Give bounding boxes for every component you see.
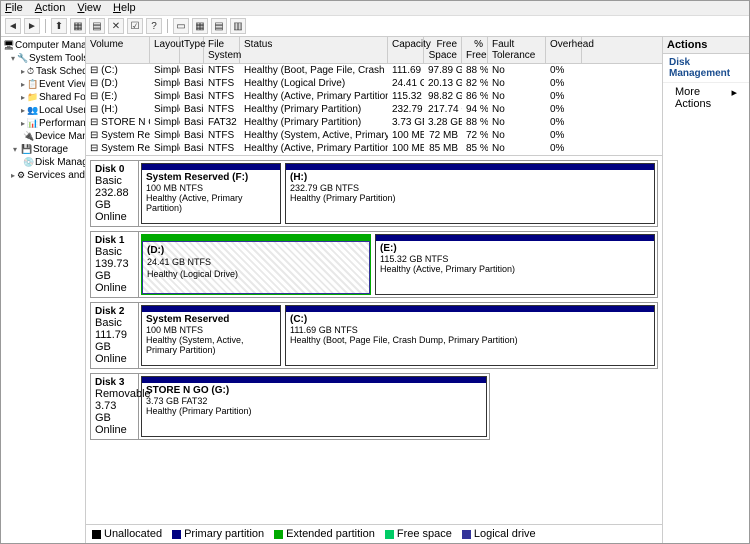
view1-icon[interactable]: ▭ xyxy=(173,18,189,34)
col-volume: Volume xyxy=(86,37,150,63)
more-actions[interactable]: More Actions▸ xyxy=(663,83,749,113)
settings-icon[interactable]: ☑ xyxy=(127,18,143,34)
table-row[interactable]: ⊟ (C:)SimpleBasicNTFSHealthy (Boot, Page… xyxy=(86,64,662,77)
tree-services[interactable]: ▸⚙Services and Applications xyxy=(3,169,83,182)
tree-systools[interactable]: ▾🔧System Tools xyxy=(3,52,83,65)
menu-view[interactable]: View xyxy=(77,2,101,14)
toolbar: ◄ ► ⬆ ▦ ▤ ✕ ☑ ? ▭ ▦ ▤ ▥ xyxy=(1,16,749,37)
forward-icon[interactable]: ► xyxy=(24,18,40,34)
chevron-right-icon: ▸ xyxy=(731,86,737,110)
view4-icon[interactable]: ▥ xyxy=(230,18,246,34)
up-icon[interactable]: ⬆ xyxy=(51,18,67,34)
disk0-part1[interactable]: System Reserved (F:)100 MB NTFSHealthy (… xyxy=(141,163,281,224)
table-row[interactable]: ⊟ (D:)SimpleBasicNTFSHealthy (Logical Dr… xyxy=(86,77,662,90)
disk1-part2[interactable]: (E:)115.32 GB NTFSHealthy (Active, Prima… xyxy=(375,234,655,295)
actions-pane: Actions Disk Management More Actions▸ xyxy=(663,37,749,543)
table-row[interactable]: ⊟ System Reserved (F:)SimpleBasicNTFSHea… xyxy=(86,142,662,155)
tree-users[interactable]: ▸👥Local Users and Groups xyxy=(3,104,83,117)
grid-header[interactable]: Volume Layout Type File System Status Ca… xyxy=(86,37,662,64)
disk-3[interactable]: Disk 3Removable3.73 GBOnline STORE N GO … xyxy=(90,373,490,440)
col-ov: Overhead xyxy=(546,37,582,63)
tree-storage[interactable]: ▾💾Storage xyxy=(3,143,83,156)
col-ft: Fault Tolerance xyxy=(488,37,546,63)
col-layout: Layout xyxy=(150,37,180,63)
actions-header: Actions xyxy=(663,37,749,54)
col-free: Free Space xyxy=(424,37,462,63)
disk1-part1[interactable]: (D:)24.41 GB NTFSHealthy (Logical Drive) xyxy=(141,234,371,295)
disk0-part2[interactable]: (H:)232.79 GB NTFSHealthy (Primary Parti… xyxy=(285,163,655,224)
disk-layout: Disk 0Basic232.88 GBOnline System Reserv… xyxy=(86,156,662,524)
nav-tree: 🖥Computer Management (Local ▾🔧System Too… xyxy=(1,37,86,543)
tree-devmgr[interactable]: 🔌Device Manager xyxy=(3,130,83,143)
disk3-part1[interactable]: STORE N GO (G:)3.73 GB FAT32Healthy (Pri… xyxy=(141,376,487,437)
disk-1[interactable]: Disk 1Basic139.73 GBOnline (D:)24.41 GB … xyxy=(90,231,658,298)
tree-task[interactable]: ▸⏱Task Scheduler xyxy=(3,65,83,78)
disk-2[interactable]: Disk 2Basic111.79 GBOnline System Reserv… xyxy=(90,302,658,369)
col-pct: % Free xyxy=(462,37,488,63)
table-row[interactable]: ⊟ System ReservedSimpleBasicNTFSHealthy … xyxy=(86,129,662,142)
disk-0[interactable]: Disk 0Basic232.88 GBOnline System Reserv… xyxy=(90,160,658,227)
properties-icon[interactable]: ▤ xyxy=(89,18,105,34)
help-icon[interactable]: ? xyxy=(146,18,162,34)
col-status: Status xyxy=(240,37,388,63)
col-fs: File System xyxy=(204,37,240,63)
tree-shared[interactable]: ▸📁Shared Folders xyxy=(3,91,83,104)
tree-perf[interactable]: ▸📊Performance xyxy=(3,117,83,130)
view2-icon[interactable]: ▦ xyxy=(192,18,208,34)
table-row[interactable]: ⊟ STORE N GO (G:)SimpleBasicFAT32Healthy… xyxy=(86,116,662,129)
back-icon[interactable]: ◄ xyxy=(5,18,21,34)
actions-section: Disk Management xyxy=(663,54,749,83)
disk2-part1[interactable]: System Reserved100 MB NTFSHealthy (Syste… xyxy=(141,305,281,366)
table-row[interactable]: ⊟ (E:)SimpleBasicNTFSHealthy (Active, Pr… xyxy=(86,90,662,103)
menu-help[interactable]: Help xyxy=(113,2,136,14)
tree-root[interactable]: 🖥Computer Management (Local xyxy=(3,39,83,52)
col-type: Type xyxy=(180,37,204,63)
volume-grid: Volume Layout Type File System Status Ca… xyxy=(86,37,662,156)
tree-diskmgmt[interactable]: 💿Disk Management xyxy=(3,156,83,169)
delete-icon[interactable]: ✕ xyxy=(108,18,124,34)
legend: Unallocated Primary partition Extended p… xyxy=(86,524,662,543)
disk2-part2[interactable]: (C:)111.69 GB NTFSHealthy (Boot, Page Fi… xyxy=(285,305,655,366)
menu-file[interactable]: FFileile xyxy=(5,2,23,14)
view3-icon[interactable]: ▤ xyxy=(211,18,227,34)
table-row[interactable]: ⊟ (H:)SimpleBasicNTFSHealthy (Primary Pa… xyxy=(86,103,662,116)
col-capacity: Capacity xyxy=(388,37,424,63)
tree-event[interactable]: ▸📋Event Viewer xyxy=(3,78,83,91)
menubar: FFileile Action View Help xyxy=(1,1,749,16)
menu-action[interactable]: Action xyxy=(35,2,66,14)
show-hide-icon[interactable]: ▦ xyxy=(70,18,86,34)
